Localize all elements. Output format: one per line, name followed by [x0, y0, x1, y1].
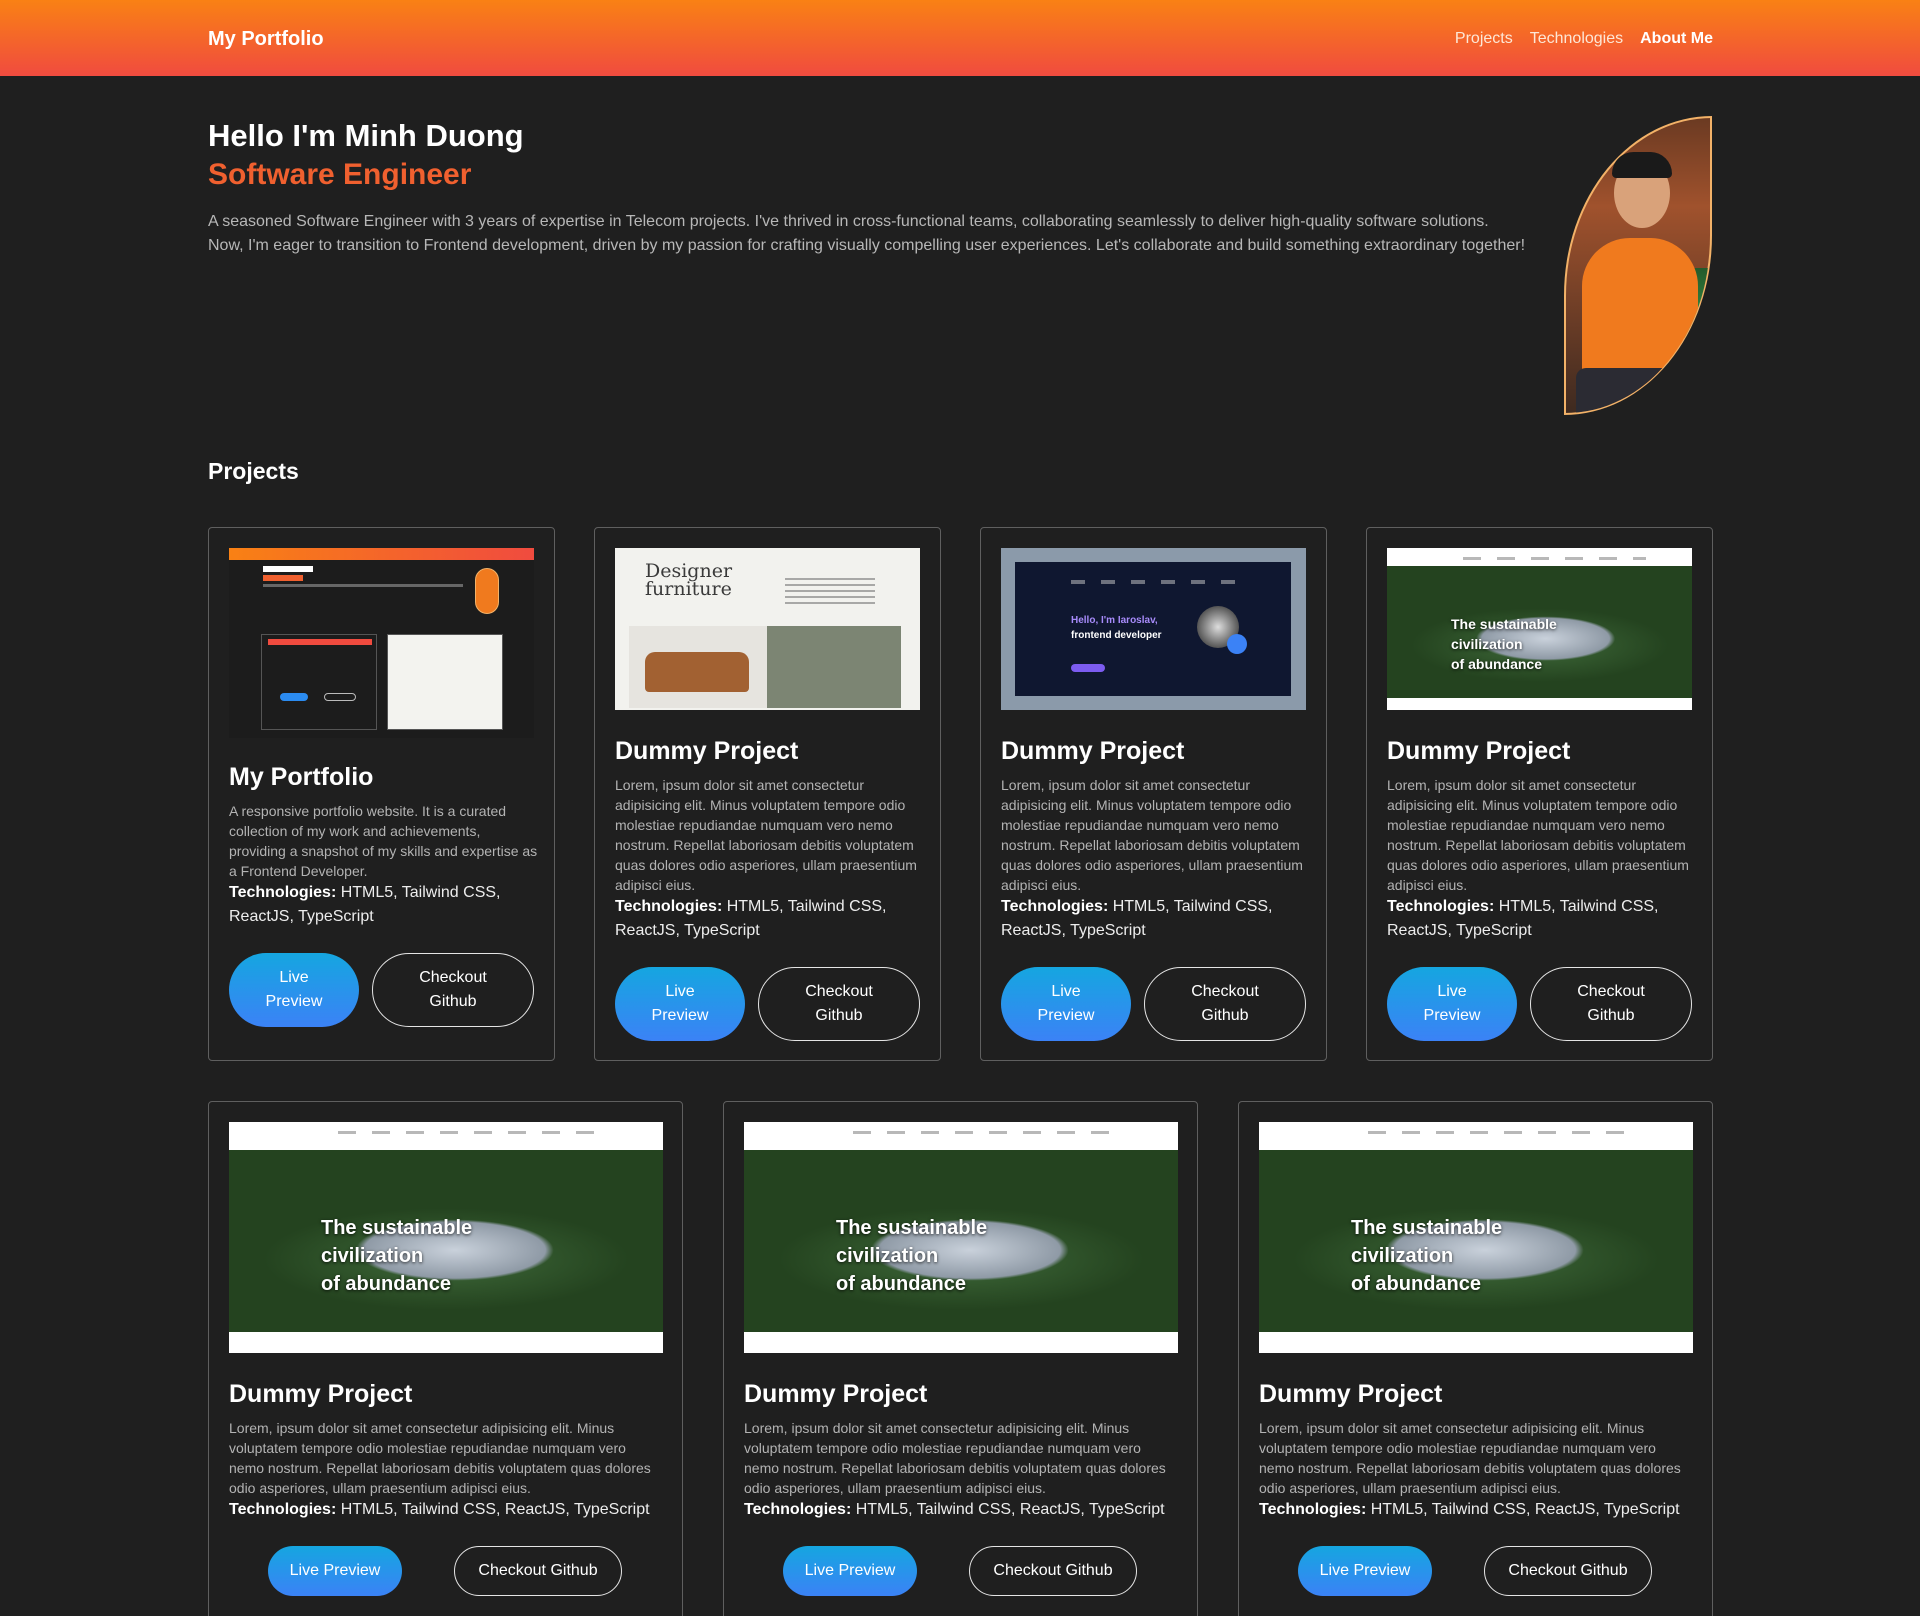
- project-description: Lorem, ipsum dolor sit amet consectetur …: [744, 1420, 1166, 1496]
- thumb-headline: The sustainable civilization of abundance: [321, 1217, 473, 1295]
- photo-legs: [1576, 368, 1706, 413]
- checkout-github-button[interactable]: Checkout Github: [758, 967, 920, 1041]
- project-technologies: Technologies: HTML5, Tailwind CSS, React…: [229, 1501, 650, 1518]
- checkout-github-button[interactable]: Checkout Github: [372, 953, 534, 1027]
- project-technologies: Technologies: HTML5, Tailwind CSS, React…: [615, 898, 887, 939]
- live-preview-button[interactable]: Live Preview: [615, 967, 745, 1041]
- checkout-github-button[interactable]: Checkout Github: [1144, 967, 1306, 1041]
- project-description: Lorem, ipsum dolor sit amet consectetur …: [1001, 777, 1303, 893]
- project-title: Dummy Project: [1387, 737, 1571, 765]
- project-card: My Portfolio A responsive portfolio webs…: [208, 527, 555, 1061]
- live-preview-button[interactable]: Live Preview: [229, 953, 359, 1027]
- project-technologies: Technologies: HTML5, Tailwind CSS, React…: [1001, 898, 1273, 939]
- project-title: My Portfolio: [229, 763, 374, 791]
- photo-hair: [1612, 152, 1672, 178]
- checkout-github-button[interactable]: Checkout Github: [1530, 967, 1692, 1041]
- project-card: The sustainable civilization of abundance …: [723, 1101, 1198, 1616]
- thumb-role: frontend developer: [1071, 630, 1162, 641]
- nav-about-me[interactable]: About Me: [1640, 30, 1713, 48]
- project-description: Lorem, ipsum dolor sit amet consectetur …: [1259, 1420, 1681, 1496]
- hero-bio: A seasoned Software Engineer with 3 year…: [208, 213, 1526, 254]
- project-description: A responsive portfolio website. It is a …: [229, 803, 538, 879]
- photo-shirt: [1582, 238, 1698, 388]
- project-technologies: Technologies: HTML5, Tailwind CSS, React…: [229, 884, 501, 925]
- project-title: Dummy Project: [615, 737, 799, 765]
- project-description: Lorem, ipsum dolor sit amet consectetur …: [1387, 777, 1689, 893]
- sofa-image: [645, 652, 749, 692]
- thumb-logo: Designer furniture: [645, 560, 733, 600]
- checkout-github-button[interactable]: Checkout Github: [969, 1546, 1137, 1596]
- checkout-github-button[interactable]: Checkout Github: [454, 1546, 622, 1596]
- project-title: Dummy Project: [744, 1380, 928, 1408]
- project-description: Lorem, ipsum dolor sit amet consectetur …: [615, 777, 917, 893]
- project-technologies: Technologies: HTML5, Tailwind CSS, React…: [744, 1501, 1165, 1518]
- project-card: The sustainable civilization of abundance …: [1366, 527, 1713, 1061]
- profile-photo: [1564, 116, 1712, 415]
- project-thumbnail: Designer furniture: [615, 548, 920, 710]
- live-preview-button[interactable]: Live Preview: [268, 1546, 402, 1596]
- project-card: Hello, I'm Iaroslav, frontend developer …: [980, 527, 1327, 1061]
- brand-logo[interactable]: My Portfolio: [208, 28, 324, 51]
- top-navbar: My Portfolio Projects Technologies About…: [0, 0, 1920, 76]
- project-card: The sustainable civilization of abundance …: [208, 1101, 683, 1616]
- thumb-headline: The sustainable civilization of abundance: [1451, 616, 1557, 672]
- nav-projects[interactable]: Projects: [1455, 30, 1513, 48]
- thumb-headline: The sustainable civilization of abundance: [836, 1217, 988, 1295]
- hero-role: Software Engineer: [208, 158, 472, 191]
- main-nav: Projects Technologies About Me: [1455, 30, 1713, 48]
- thumb-hello: Hello, I'm Iaroslav,: [1071, 615, 1158, 626]
- project-description: Lorem, ipsum dolor sit amet consectetur …: [229, 1420, 651, 1496]
- project-technologies: Technologies: HTML5, Tailwind CSS, React…: [1387, 898, 1659, 939]
- project-card: Designer furniture Dummy Project Lorem, …: [594, 527, 941, 1061]
- live-preview-button[interactable]: Live Preview: [1298, 1546, 1432, 1596]
- hero-greeting: Hello I'm Minh Duong: [208, 118, 524, 153]
- project-card: The sustainable civilization of abundance …: [1238, 1101, 1713, 1616]
- checkout-github-button[interactable]: Checkout Github: [1484, 1546, 1652, 1596]
- project-title: Dummy Project: [1259, 1380, 1443, 1408]
- project-technologies: Technologies: HTML5, Tailwind CSS, React…: [1259, 1501, 1680, 1518]
- project-thumbnail: [229, 548, 534, 738]
- project-thumbnail: The sustainable civilization of abundance: [1259, 1122, 1693, 1353]
- project-title: Dummy Project: [229, 1380, 413, 1408]
- thumb-headline: The sustainable civilization of abundance: [1351, 1217, 1503, 1295]
- project-thumbnail: The sustainable civilization of abundance: [744, 1122, 1178, 1353]
- project-title: Dummy Project: [1001, 737, 1185, 765]
- project-thumbnail: Hello, I'm Iaroslav, frontend developer: [1001, 548, 1306, 710]
- live-preview-button[interactable]: Live Preview: [1001, 967, 1131, 1041]
- project-thumbnail: The sustainable civilization of abundance: [229, 1122, 663, 1353]
- project-thumbnail: The sustainable civilization of abundance: [1387, 548, 1692, 710]
- live-preview-button[interactable]: Live Preview: [783, 1546, 917, 1596]
- nav-technologies[interactable]: Technologies: [1530, 30, 1623, 48]
- live-preview-button[interactable]: Live Preview: [1387, 967, 1517, 1041]
- projects-heading: Projects: [208, 458, 299, 484]
